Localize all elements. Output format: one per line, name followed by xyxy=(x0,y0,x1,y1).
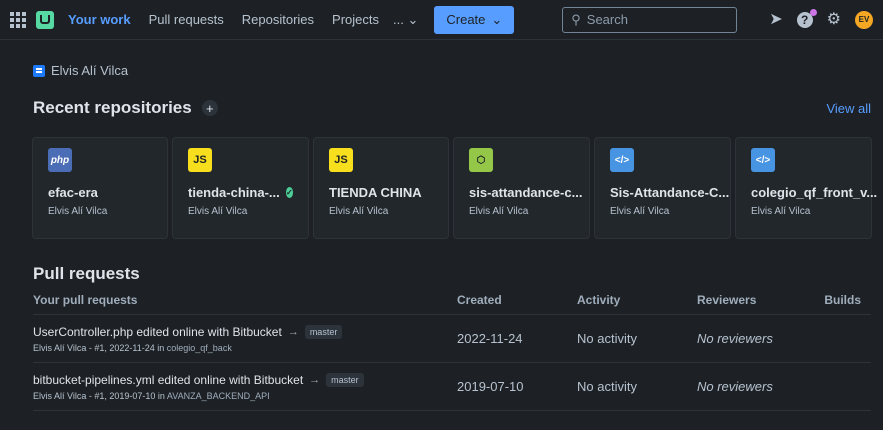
header-reviewers: Reviewers xyxy=(697,293,757,307)
repo-card[interactable]: JS tienda-china-... ✓ Elvis Alí Vilca xyxy=(173,138,308,238)
pr-created: 2022-11-24 xyxy=(457,331,523,346)
pr-activity: No activity xyxy=(577,379,637,394)
arrow-right-icon: → xyxy=(309,373,321,386)
repo-name: efac-era xyxy=(48,185,98,200)
pr-created: 2019-07-10 xyxy=(457,379,524,394)
pr-meta: Elvis Alí Vilca - #1, 2019-07-10 in xyxy=(33,390,165,401)
repo-owner: Elvis Alí Vilca xyxy=(469,206,529,217)
megaphone-icon[interactable]: ➤ xyxy=(769,11,782,28)
nav-more-button[interactable]: ... ⌄ xyxy=(393,12,418,28)
pr-title-link[interactable]: bitbucket-pipelines.yml edited online wi… xyxy=(33,373,303,387)
repo-name: Sis-Attandance-C... xyxy=(610,185,730,200)
pr-title-link[interactable]: UserController.php edited online with Bi… xyxy=(33,325,282,339)
create-label: Create xyxy=(446,12,486,27)
repo-owner: Elvis Alí Vilca xyxy=(610,206,670,217)
search-icon: ⚲ xyxy=(571,11,581,27)
more-label: ... xyxy=(393,11,404,27)
code-icon: </> xyxy=(751,148,775,172)
notification-dot xyxy=(809,8,817,16)
javascript-icon: JS xyxy=(329,148,353,172)
arrow-right-icon: → xyxy=(287,325,299,338)
repo-card[interactable]: ⬡ sis-attandance-c... Elvis Alí Vilca xyxy=(454,138,589,238)
gear-icon[interactable]: ⚙ xyxy=(827,11,841,28)
header-created[interactable]: Created xyxy=(457,293,577,307)
code-icon: </> xyxy=(610,148,634,172)
repo-owner: Elvis Alí Vilca xyxy=(188,206,248,217)
repo-card[interactable]: </> Sis-Attandance-C... Elvis Alí Vilca xyxy=(595,138,730,238)
section-title: Recent repositories xyxy=(33,98,192,117)
repository-cards: php efac-era Elvis Alí Vilca JS tienda-c… xyxy=(33,138,877,238)
create-button[interactable]: Create ⌄ xyxy=(434,5,515,34)
help-icon[interactable]: ? xyxy=(796,8,817,28)
repo-owner: Elvis Alí Vilca xyxy=(48,206,108,217)
repo-name: TIENDA CHINA xyxy=(329,185,422,200)
branch-badge: master xyxy=(326,372,364,387)
pr-meta: Elvis Alí Vilca - #1, 2022-11-24 in xyxy=(33,342,165,353)
pr-repo-link[interactable]: colegio_qf_back xyxy=(167,343,232,353)
view-all-link[interactable]: View all xyxy=(826,101,871,116)
workspace-breadcrumb[interactable]: Elvis Alí Vilca xyxy=(33,63,871,78)
pr-reviewers: No reviewers xyxy=(697,379,773,394)
table-row[interactable]: UserController.php edited online with Bi… xyxy=(33,315,871,363)
add-repository-icon[interactable]: + xyxy=(201,100,218,116)
repo-card[interactable]: </> colegio_qf_front_v... Elvis Alí Vilc… xyxy=(736,138,877,238)
chevron-down-icon: ⌄ xyxy=(407,11,419,27)
pr-reviewers: No reviewers xyxy=(697,331,773,346)
pull-requests-title: Pull requests xyxy=(33,264,140,283)
workspace-icon xyxy=(33,64,45,77)
workspace-name: Elvis Alí Vilca xyxy=(51,63,129,78)
avatar[interactable]: EV xyxy=(855,10,873,29)
header-your-pull-requests: Your pull requests xyxy=(33,293,138,307)
table-row[interactable]: bitbucket-pipelines.yml edited online wi… xyxy=(33,363,871,411)
chevron-down-icon: ⌄ xyxy=(491,11,503,27)
repo-name: colegio_qf_front_v... xyxy=(751,185,878,200)
nav-your-work[interactable]: Your work xyxy=(64,8,135,31)
bitbucket-logo-icon[interactable] xyxy=(36,10,54,29)
repo-owner: Elvis Alí Vilca xyxy=(329,206,389,217)
header-activity: Activity xyxy=(577,293,621,307)
recent-repositories-header: Recent repositories + View all xyxy=(33,98,871,118)
repo-name: sis-attandance-c... xyxy=(469,185,583,200)
check-icon: ✓ xyxy=(285,187,293,198)
repo-card[interactable]: JS TIENDA CHINA Elvis Alí Vilca xyxy=(314,138,448,238)
pr-repo-link[interactable]: AVANZA_BACKEND_API xyxy=(167,391,270,401)
table-header: Your pull requests Created Activity Revi… xyxy=(33,293,871,315)
repo-card[interactable]: php efac-era Elvis Alí Vilca xyxy=(33,138,167,238)
javascript-icon: JS xyxy=(188,148,212,172)
top-navigation: Your work Pull requests Repositories Pro… xyxy=(0,0,883,40)
nodejs-icon: ⬡ xyxy=(469,148,493,172)
pull-requests-table: Your pull requests Created Activity Revi… xyxy=(33,293,871,411)
header-builds: Builds xyxy=(824,293,861,307)
nav-repositories[interactable]: Repositories xyxy=(238,8,318,31)
app-switcher-icon[interactable] xyxy=(10,11,26,28)
search-input[interactable]: ⚲ Search xyxy=(562,6,738,33)
search-placeholder: Search xyxy=(586,12,628,27)
nav-pull-requests[interactable]: Pull requests xyxy=(145,8,228,31)
nav-projects[interactable]: Projects xyxy=(328,8,383,31)
pr-activity: No activity xyxy=(577,331,637,346)
php-icon: php xyxy=(48,148,72,172)
repo-owner: Elvis Alí Vilca xyxy=(751,206,811,217)
repo-name: tienda-china-... xyxy=(188,185,280,200)
branch-badge: master xyxy=(304,324,343,339)
